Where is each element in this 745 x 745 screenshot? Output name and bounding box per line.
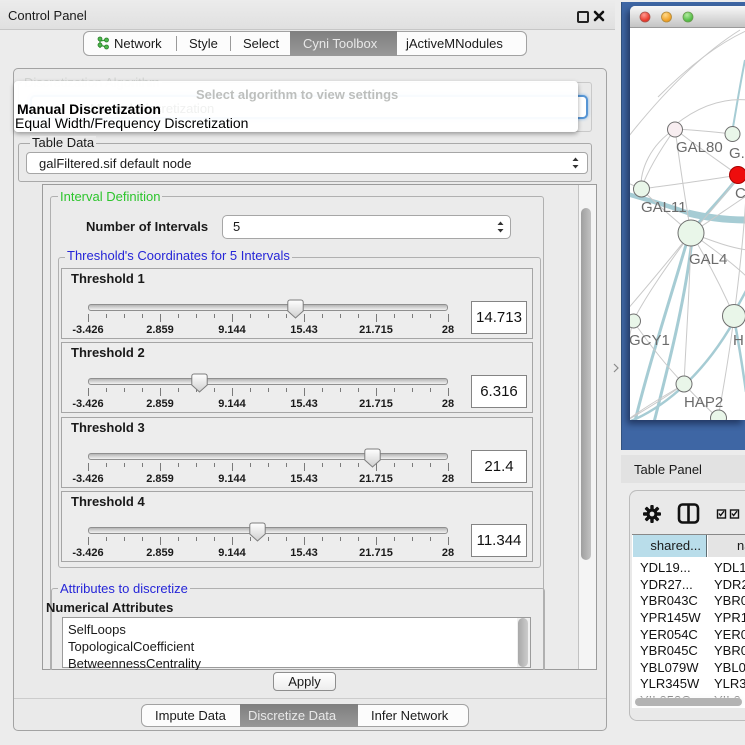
svg-text:H: H: [733, 332, 744, 349]
svg-text:GAL4: GAL4: [689, 251, 727, 268]
svg-text:C: C: [735, 185, 745, 202]
svg-text:G.: G.: [729, 145, 745, 162]
svg-text:GAL80: GAL80: [676, 139, 723, 156]
svg-text:HAP2: HAP2: [684, 394, 723, 411]
svg-text:GCY1: GCY1: [630, 332, 670, 349]
svg-text:GAL11: GAL11: [641, 199, 687, 216]
